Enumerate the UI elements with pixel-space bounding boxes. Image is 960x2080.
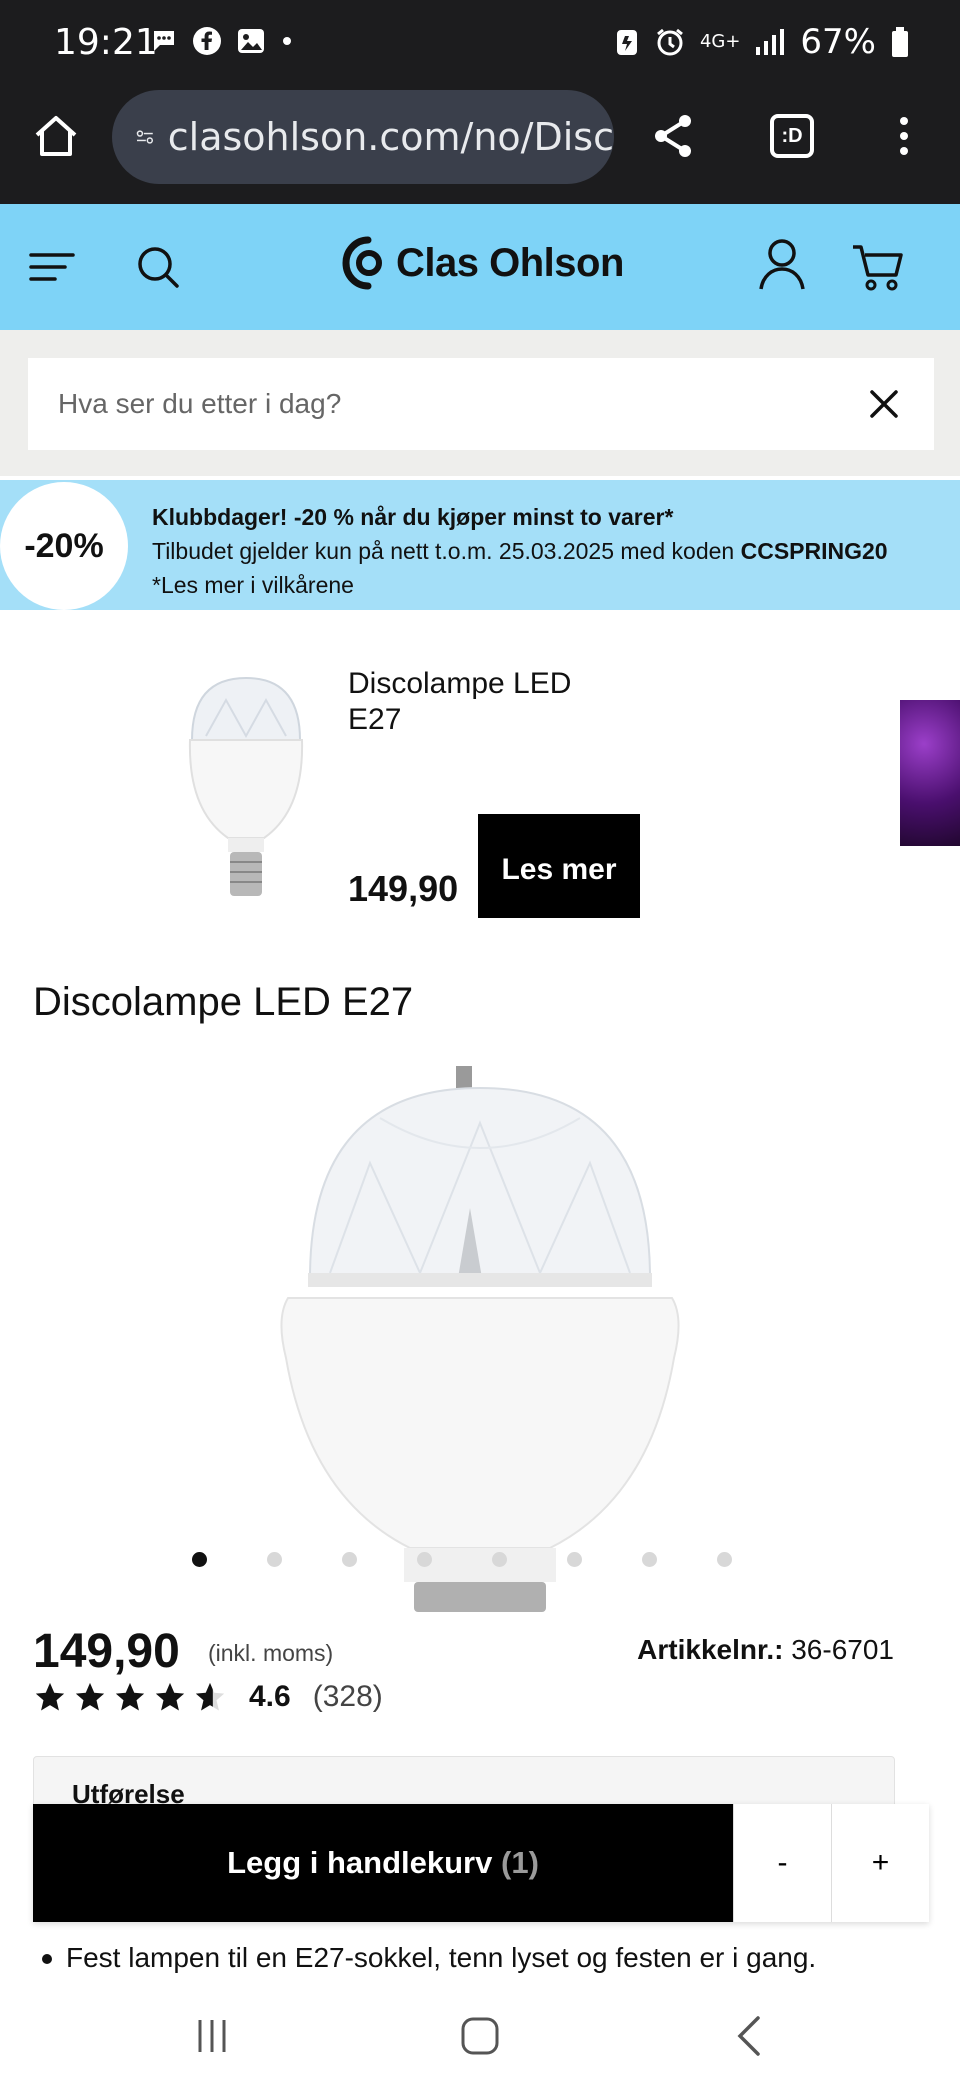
status-bar: 19:21 4G+ 67%: [0, 0, 960, 88]
signal-icon: [756, 29, 785, 55]
promo-title: Klubbdager! -20 % når du kjøper minst to…: [152, 504, 674, 530]
facebook-icon: [193, 27, 221, 55]
notification-icons: [150, 26, 294, 56]
recommended-price: 149,90: [348, 868, 459, 909]
carousel-dot[interactable]: [567, 1552, 582, 1567]
carousel-dot[interactable]: [342, 1552, 357, 1567]
carousel-dot[interactable]: [192, 1552, 207, 1567]
article-number: Artikkelnr.: 36-6701: [637, 1634, 894, 1666]
home-button-icon[interactable]: [450, 2006, 510, 2066]
cart-quantity: (1): [501, 1845, 539, 1880]
product-title: Discolampe LED E27: [33, 980, 414, 1024]
carousel-dot[interactable]: [267, 1552, 282, 1567]
increase-quantity-button[interactable]: +: [831, 1804, 929, 1922]
cart-icon[interactable]: [848, 237, 908, 297]
promo-terms: Tilbudet gjelder kun på nett t.o.m. 25.0…: [152, 538, 741, 564]
add-to-cart-bar: Legg i handlekurv (1) - +: [33, 1804, 929, 1922]
search-section: [0, 330, 960, 476]
article-value: 36-6701: [791, 1634, 894, 1665]
carousel-dot[interactable]: [717, 1552, 732, 1567]
chat-icon: [154, 31, 174, 51]
image-carousel-dots: [192, 1552, 732, 1567]
status-right: 4G+ 67%: [614, 22, 910, 62]
close-icon[interactable]: [864, 384, 904, 424]
search-box: [28, 358, 934, 450]
battery-saver-icon: [616, 30, 637, 55]
star-half-icon: [195, 1682, 225, 1711]
rating[interactable]: 4.6 (328): [33, 1680, 383, 1714]
alarm-icon: [657, 28, 683, 56]
url-text: clasohlson.com/no/Disc: [167, 115, 614, 159]
search-input[interactable]: [58, 388, 838, 420]
bullet-icon: [42, 1954, 52, 1964]
carousel-dot[interactable]: [642, 1552, 657, 1567]
battery-percent: 67%: [800, 22, 876, 62]
promo-code: CCSPRING20: [740, 538, 888, 564]
carousel-dot[interactable]: [417, 1552, 432, 1567]
rating-stars: [33, 1680, 227, 1714]
article-label: Artikkelnr.:: [637, 1634, 784, 1665]
star-full-icon: [155, 1682, 185, 1711]
decrease-quantity-button[interactable]: -: [733, 1804, 831, 1922]
star-full-icon: [35, 1682, 65, 1711]
system-nav-bar: [0, 1986, 960, 2080]
promo-banner[interactable]: -20% Klubbdager! -20 % når du kjøper min…: [0, 480, 960, 610]
rating-count: (328): [312, 1680, 383, 1713]
status-time: 19:21: [54, 22, 158, 63]
battery-icon: [892, 27, 908, 57]
product-price: 149,90: [33, 1625, 180, 1678]
promo-text: Klubbdager! -20 % når du kjøper minst to…: [152, 500, 888, 602]
gallery-icon: [238, 29, 264, 53]
price-note: (inkl. moms): [208, 1640, 334, 1666]
site-header: Clas Ohlson: [0, 204, 960, 330]
tab-count: :D: [770, 114, 814, 158]
next-product-thumbnail[interactable]: [900, 700, 960, 846]
logo-text: Clas Ohlson: [396, 240, 624, 285]
recommended-card: Discolampe LED E27 149,90 Les mer: [0, 640, 960, 930]
recents-icon[interactable]: [182, 2006, 242, 2066]
back-icon[interactable]: [720, 2006, 780, 2066]
dot-icon: [283, 37, 291, 45]
product-image[interactable]: [270, 1058, 690, 1618]
logo[interactable]: Clas Ohlson: [340, 234, 624, 292]
discount-badge: -20%: [0, 482, 128, 610]
rating-value: 4.6: [249, 1680, 291, 1713]
browser-toolbar: clasohlson.com/no/Disc :D: [0, 88, 960, 204]
menu-icon[interactable]: [22, 237, 82, 297]
site-settings-icon[interactable]: [136, 121, 154, 153]
share-icon[interactable]: [646, 108, 702, 164]
carousel-dot[interactable]: [492, 1552, 507, 1567]
recommended-name[interactable]: Discolampe LED E27: [348, 666, 628, 738]
description-bullet: Fest lampen til en E27-sokkel, tenn lyse…: [66, 1942, 817, 1973]
add-to-cart-label: Legg i handlekurv: [227, 1845, 493, 1880]
promo-line1: Tilbudet gjelder kun på nett t.o.m. 25.0…: [152, 534, 888, 568]
address-bar[interactable]: clasohlson.com/no/Disc: [112, 90, 614, 184]
logo-mark-icon: [342, 236, 382, 290]
search-icon[interactable]: [128, 237, 188, 297]
star-full-icon: [75, 1682, 105, 1711]
star-full-icon: [115, 1682, 145, 1711]
read-more-button[interactable]: Les mer: [478, 814, 640, 918]
promo-line2: *Les mer i vilkårene: [152, 572, 354, 598]
more-options-icon[interactable]: [876, 108, 932, 164]
network-type: 4G+: [699, 31, 741, 52]
home-icon[interactable]: [28, 108, 84, 164]
add-to-cart-button[interactable]: Legg i handlekurv (1): [33, 1804, 733, 1922]
account-icon[interactable]: [752, 234, 812, 294]
product-thumbnail[interactable]: [166, 670, 326, 910]
tab-switcher-button[interactable]: :D: [764, 108, 820, 164]
